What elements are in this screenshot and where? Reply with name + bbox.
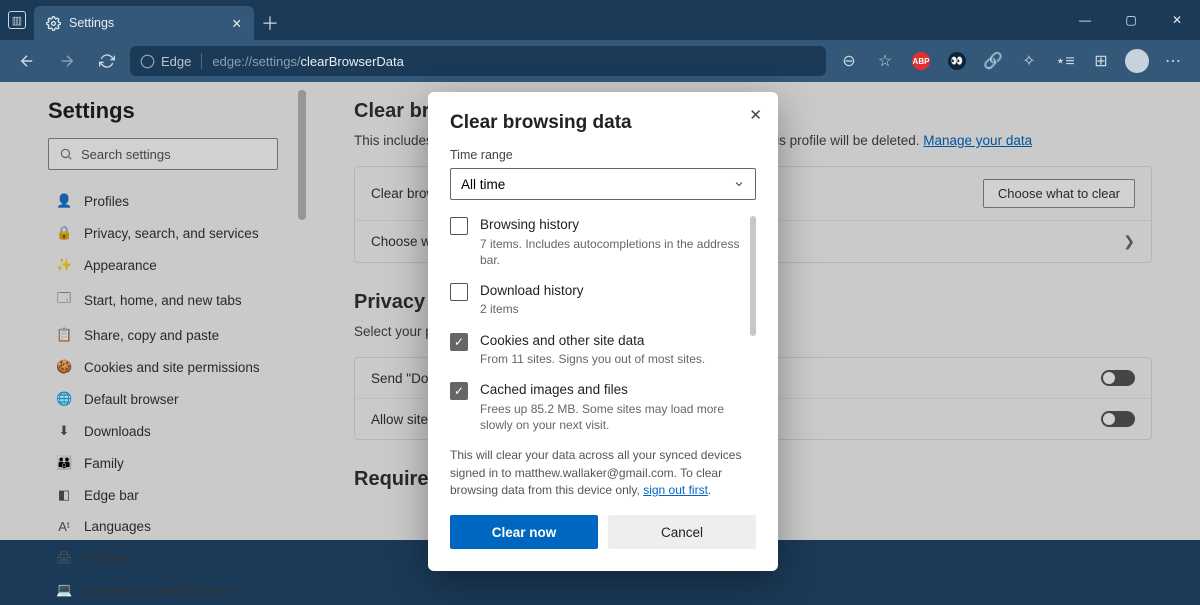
data-type-item[interactable]: ✓ Cookies and other site dataFrom 11 site… <box>450 332 744 368</box>
extensions-icon[interactable]: ✧ <box>1012 46 1046 76</box>
nav-label: System and performance <box>84 583 235 598</box>
minimize-button[interactable]: ― <box>1062 0 1108 40</box>
extension-icon[interactable]: 👀 <box>940 46 974 76</box>
browser-toolbar: Edge edge://settings/clearBrowserData ⊖ … <box>0 40 1200 82</box>
url-text: edge://settings/clearBrowserData <box>212 54 404 69</box>
checkbox[interactable] <box>450 283 468 301</box>
toolbar-right-icons: ⊖ ☆ ABP 👀 🔗 ✧ ⋆≡ ⊞ ⋯ <box>832 46 1190 76</box>
item-label: Cached images and files <box>480 381 744 399</box>
item-desc: 2 items <box>480 301 584 317</box>
forward-button[interactable] <box>50 46 84 76</box>
favorite-icon[interactable]: ☆ <box>868 46 902 76</box>
data-type-item[interactable]: Download history2 items <box>450 282 744 318</box>
nav-label: Printers <box>84 551 131 566</box>
link-icon[interactable]: 🔗 <box>976 46 1010 76</box>
zoom-out-icon[interactable]: ⊖ <box>832 46 866 76</box>
sync-note: This will clear your data across all you… <box>450 447 756 499</box>
item-label: Cookies and other site data <box>480 332 705 350</box>
clear-now-button[interactable]: Clear now <box>450 515 598 549</box>
item-label: Browsing history <box>480 216 744 234</box>
item-desc: Frees up 85.2 MB. Some sites may load mo… <box>480 401 744 433</box>
window-controls: ― ▢ ✕ <box>1062 0 1200 40</box>
data-type-item[interactable]: ✓ Cached images and files Frees up 85.2 MB… <box>450 381 744 433</box>
tab-actions-icon[interactable]: ▥ <box>8 11 26 29</box>
profile-avatar[interactable] <box>1120 46 1154 76</box>
new-tab-button[interactable]: ＋ <box>254 6 286 40</box>
gear-icon <box>46 16 61 31</box>
data-type-item[interactable]: Browsing history 7 items. Includes autoco… <box>450 216 744 268</box>
tab-close-icon[interactable]: ✕ <box>232 16 242 31</box>
more-menu-icon[interactable]: ⋯ <box>1156 46 1190 76</box>
select-value: All time <box>461 177 505 192</box>
cancel-button[interactable]: Cancel <box>608 515 756 549</box>
item-label: Download history <box>480 282 584 300</box>
sidebar-item[interactable]: 🖨 Printers <box>48 543 282 573</box>
checkbox[interactable] <box>450 217 468 235</box>
dialog-close-icon[interactable]: ✕ <box>749 106 762 124</box>
clear-browsing-data-dialog: ✕ Clear browsing data Time range All tim… <box>428 92 778 571</box>
data-type-list: Browsing history 7 items. Includes autoco… <box>450 216 756 433</box>
checkbox[interactable]: ✓ <box>450 382 468 400</box>
collections-icon[interactable]: ⊞ <box>1084 46 1118 76</box>
window-titlebar: ▥ Settings ✕ ＋ ― ▢ ✕ <box>0 0 1200 40</box>
tab-title: Settings <box>69 16 114 30</box>
browser-tab[interactable]: Settings ✕ <box>34 6 254 40</box>
abp-extension-icon[interactable]: ABP <box>904 46 938 76</box>
address-bar[interactable]: Edge edge://settings/clearBrowserData <box>130 46 826 76</box>
list-scrollbar[interactable] <box>750 216 756 336</box>
close-window-button[interactable]: ✕ <box>1154 0 1200 40</box>
time-range-label: Time range <box>450 148 756 162</box>
chevron-down-icon <box>733 178 745 190</box>
dialog-buttons: Clear now Cancel <box>450 515 756 549</box>
sidebar-item[interactable]: 💻 System and performance <box>48 575 282 605</box>
edge-site-identity: Edge <box>140 54 191 69</box>
maximize-button[interactable]: ▢ <box>1108 0 1154 40</box>
nav-icon: 🖨 <box>56 550 72 566</box>
checkbox[interactable]: ✓ <box>450 333 468 351</box>
time-range-select[interactable]: All time <box>450 168 756 200</box>
nav-icon: 💻 <box>56 582 72 598</box>
sign-out-link[interactable]: sign out first <box>643 483 708 497</box>
refresh-button[interactable] <box>90 46 124 76</box>
item-desc: From 11 sites. Signs you out of most sit… <box>480 351 705 367</box>
back-button[interactable] <box>10 46 44 76</box>
item-desc: 7 items. Includes autocompletions in the… <box>480 236 744 268</box>
dialog-title: Clear browsing data <box>450 112 756 134</box>
favorites-bar-icon[interactable]: ⋆≡ <box>1048 46 1082 76</box>
separator <box>201 53 202 69</box>
titlebar-left: ▥ <box>0 0 34 40</box>
